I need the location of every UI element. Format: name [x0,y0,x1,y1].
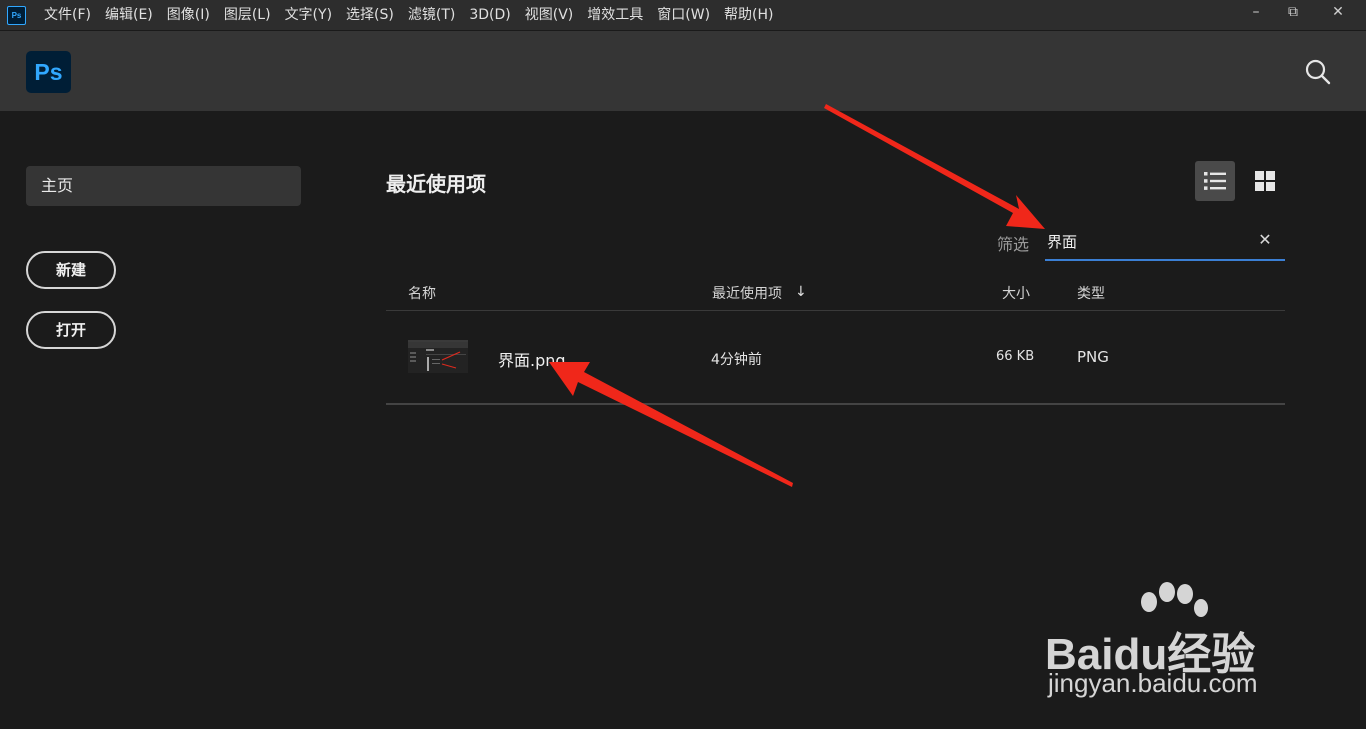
menu-help[interactable]: 帮助(H) [717,0,780,30]
filter-input[interactable] [1045,223,1259,259]
clear-icon: ✕ [1258,230,1272,249]
thumbnail-image [408,340,468,373]
menu-type[interactable]: 文字(Y) [278,0,339,30]
file-thumbnail[interactable] [408,340,468,373]
grid-view-button[interactable] [1245,161,1285,201]
sidebar-item-home[interactable]: 主页 [26,166,301,206]
menu-file[interactable]: 文件(F) [36,0,98,30]
file-name[interactable]: 界面.png [498,347,566,371]
baidu-watermark: Baidu经验 jingyan.baidu.com [1045,580,1295,700]
restore-button[interactable]: ⧉ [1276,0,1310,24]
page-title: 最近使用项 [386,172,486,196]
file-recent-time: 4分钟前 [711,352,762,368]
menu-bar: Ps 文件(F) 编辑(E) 图像(I) 图层(L) 文字(Y) 选择(S) 滤… [0,0,1366,31]
sort-descending-icon[interactable]: ↓ [795,284,807,300]
menu-select[interactable]: 选择(S) [339,0,401,30]
minimize-icon: – [1252,4,1260,20]
row-divider [386,403,1285,405]
menu-window[interactable]: 窗口(W) [650,0,717,30]
column-header-recent[interactable]: 最近使用项 [712,283,782,303]
file-size: 66 KB [996,349,1035,364]
menu-3d[interactable]: 3D(D) [462,0,517,30]
menu-items: 文件(F) 编辑(E) 图像(I) 图层(L) 文字(Y) 选择(S) 滤镜(T… [36,0,781,30]
photoshop-app-icon[interactable]: Ps [7,5,26,25]
list-view-button[interactable] [1195,161,1235,201]
column-header-type[interactable]: 类型 [1077,283,1105,303]
window-controls: – ⧉ ✕ [1236,0,1366,30]
clear-filter-button[interactable]: ✕ [1254,229,1276,251]
close-window-button[interactable]: ✕ [1310,0,1366,24]
column-header-name[interactable]: 名称 [408,283,436,303]
restore-icon: ⧉ [1288,4,1298,20]
home-header: Ps [0,31,1366,111]
watermark-url: jingyan.baidu.com [1048,668,1258,698]
search-button[interactable] [1304,58,1332,86]
menu-edit[interactable]: 编辑(E) [98,0,160,30]
list-view-icon [1204,172,1226,190]
photoshop-logo: Ps [26,51,71,93]
file-type: PNG [1077,348,1109,366]
menu-view[interactable]: 视图(V) [518,0,581,30]
menu-filter[interactable]: 滤镜(T) [401,0,462,30]
menu-plugins[interactable]: 增效工具 [580,0,650,30]
arrow-to-filter [824,104,1045,229]
filter-label: 筛选 [997,235,1030,254]
new-button[interactable]: 新建 [26,251,116,289]
close-icon: ✕ [1332,4,1344,20]
open-button[interactable]: 打开 [26,311,116,349]
menu-image[interactable]: 图像(I) [160,0,217,30]
menu-layer[interactable]: 图层(L) [217,0,278,30]
search-icon [1305,59,1331,85]
column-header-size[interactable]: 大小 [1002,283,1030,303]
grid-view-icon [1255,171,1275,191]
minimize-button[interactable]: – [1236,0,1276,24]
filter-focus-underline [1045,259,1285,261]
